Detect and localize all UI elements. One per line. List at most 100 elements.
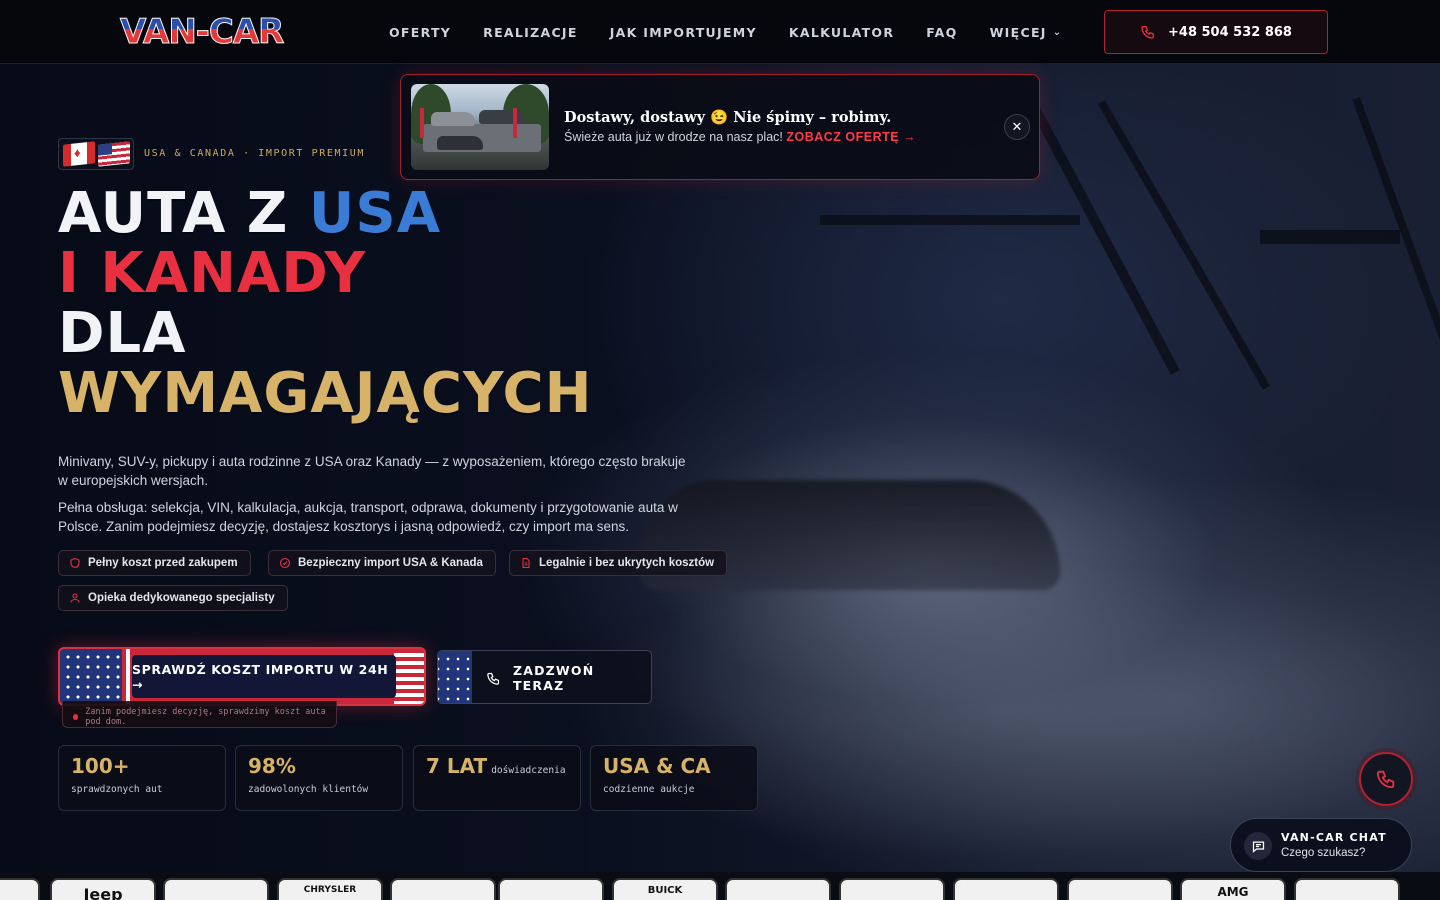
usa-flag-icon	[97, 141, 130, 167]
phone-icon	[487, 672, 500, 685]
nav-kalkulator[interactable]: KALKULATOR	[789, 25, 894, 40]
stat-suffix: doświadczenia	[491, 765, 566, 776]
stat-value: 98%	[248, 754, 296, 778]
chat-subtitle: Czego szukasz?	[1281, 847, 1366, 859]
phone-icon	[1376, 770, 1395, 789]
crane-silhouette	[1030, 105, 1180, 375]
nav-label: KALKULATOR	[788, 24, 895, 40]
close-icon[interactable]: ✕	[1004, 114, 1030, 140]
phone-icon	[1141, 26, 1154, 39]
stars-pattern	[438, 651, 472, 703]
user-icon	[70, 593, 80, 603]
banner-shape	[513, 108, 517, 138]
stat-card: 7 LAT doświadczenia	[413, 745, 581, 811]
delivery-notification: Dostawy, dostawy 😉 Nie śpimy – robimy. Ś…	[400, 74, 1040, 180]
brand-logo[interactable]	[839, 878, 945, 900]
brand-logo[interactable]	[390, 878, 496, 900]
brand-logo[interactable]	[163, 878, 269, 900]
nav-label: JAK IMPORTUJEMY	[609, 24, 757, 40]
canada-flag-icon	[62, 141, 95, 167]
stat-value: 100+	[71, 754, 130, 778]
hero-title-part: AUTA Z	[58, 181, 309, 246]
hero-title-part: USA	[308, 181, 442, 246]
cta-label: SPRAWDŹ KOSZT IMPORTU W 24H →	[132, 655, 396, 698]
brand-logo[interactable]	[0, 878, 40, 900]
hero-title-line-4: WYMAGAJĄCYCH	[58, 361, 593, 426]
stat-number: 100+	[71, 754, 130, 778]
chat-bubble-icon	[1244, 832, 1272, 860]
nav-label: REALIZACJE	[483, 24, 578, 40]
nav-realizacje[interactable]: REALIZACJE	[483, 25, 578, 40]
check-import-cost-button[interactable]: SPRAWDŹ KOSZT IMPORTU W 24H →	[58, 647, 426, 706]
brand-name: Jeep	[83, 885, 123, 900]
brand-logo[interactable]	[498, 878, 604, 900]
chip-label: Legalnie i bez ukrytych kosztów	[539, 557, 715, 569]
shield-icon	[70, 557, 80, 569]
feature-chip: Opieka dedykowanego specjalisty	[58, 585, 288, 611]
floating-call-button[interactable]	[1359, 752, 1413, 806]
stat-card: 100+ sprawdzonych aut	[58, 745, 226, 811]
phone-number: +48 504 532 868	[1168, 24, 1292, 40]
nav-wiecej[interactable]: WIĘCEJ ⌄	[990, 25, 1063, 40]
stat-label: codzienne aukcje	[603, 784, 695, 795]
hero-title-line-2: I KANADY	[58, 241, 367, 306]
brand-logo[interactable]	[1067, 878, 1173, 900]
crane-silhouette	[820, 215, 1080, 225]
chip-label: Opieka dedykowanego specjalisty	[88, 592, 275, 604]
stat-value: USA & CA	[603, 754, 711, 778]
stat-number: USA & CA	[603, 754, 711, 778]
hero-title: AUTA Z USA I KANADY DLA WYMAGAJĄCYCH	[58, 184, 592, 424]
site-header: VAN-CAR OFERTY REALIZACJE JAK IMPORTUJEM…	[0, 0, 1440, 64]
document-icon	[522, 557, 530, 569]
hero-tagline: USA & CANADA · IMPORT PREMIUM	[144, 148, 365, 159]
crane-silhouette	[1098, 100, 1270, 390]
call-now-label: ZADZWOŃ TERAZ	[486, 651, 651, 703]
brand-name: AMG	[1217, 885, 1249, 899]
cta-note-text: Zanim podejmiesz decyzję, sprawdzimy kos…	[85, 707, 326, 727]
feature-chip: Legalnie i bez ukrytych kosztów	[509, 550, 728, 576]
logo[interactable]: VAN-CAR	[120, 12, 314, 53]
nav-label: OFERTY	[389, 24, 452, 40]
brand-logo[interactable]	[725, 878, 831, 900]
chat-widget-button[interactable]: VAN-CAR CHAT Czego szukasz?	[1230, 818, 1412, 872]
stars-pattern	[60, 649, 122, 704]
call-now-button[interactable]: ZADZWOŃ TERAZ	[437, 650, 652, 704]
brand-logo[interactable]: AMG	[1180, 878, 1286, 900]
hero-title-line-3: DLA	[58, 301, 187, 366]
car-shape	[437, 136, 483, 150]
brand-logo[interactable]	[1294, 878, 1400, 900]
crane-silhouette	[1260, 230, 1400, 244]
fog	[560, 560, 1440, 860]
flags-badge	[58, 138, 134, 170]
check-circle-icon	[279, 557, 291, 569]
header-phone-button[interactable]: +48 504 532 868	[1104, 10, 1328, 54]
chevron-down-icon: ⌄	[1052, 26, 1063, 38]
feature-chip: Pełny koszt przed zakupem	[58, 550, 251, 576]
stripes-pattern	[394, 649, 424, 704]
brand-logo[interactable]: CHRYSLER	[277, 878, 383, 900]
hero-paragraph-1: Minivany, SUV-y, pickupy i auta rodzinne…	[58, 454, 686, 488]
brand-name: CHRYSLER	[303, 885, 357, 895]
notification-image	[411, 84, 549, 170]
stat-number: 7 LAT	[426, 754, 488, 778]
brand-carousel: Jeep CHRYSLER BUICK AMG	[0, 872, 1440, 900]
see-offer-link[interactable]: ZOBACZ OFERTĘ →	[786, 130, 916, 144]
status-dot-icon	[73, 714, 79, 720]
nav-jak-importujemy[interactable]: JAK IMPORTUJEMY	[610, 25, 757, 40]
chip-label: Pełny koszt przed zakupem	[88, 557, 238, 569]
feature-chip: Bezpieczny import USA & Kanada	[268, 550, 496, 576]
stat-card: USA & CA codzienne aukcje	[590, 745, 758, 811]
cta-note: Zanim podejmiesz decyzję, sprawdzimy kos…	[62, 701, 337, 728]
nav-faq[interactable]: FAQ	[926, 25, 957, 40]
banner-shape	[420, 108, 424, 138]
brand-logo[interactable]: BUICK	[612, 878, 718, 900]
stat-value: 7 LAT doświadczenia	[426, 754, 566, 778]
stat-number: 98%	[248, 754, 296, 778]
brand-logo[interactable]: Jeep	[50, 878, 156, 900]
car-shape	[479, 110, 525, 124]
nav-oferty[interactable]: OFERTY	[389, 25, 451, 40]
brand-logo[interactable]	[953, 878, 1059, 900]
stat-label: sprawdzonych aut	[71, 784, 163, 795]
notification-body: Świeże auta już w drodze na nasz plac!	[564, 130, 783, 144]
chip-label: Bezpieczny import USA & Kanada	[298, 557, 483, 569]
